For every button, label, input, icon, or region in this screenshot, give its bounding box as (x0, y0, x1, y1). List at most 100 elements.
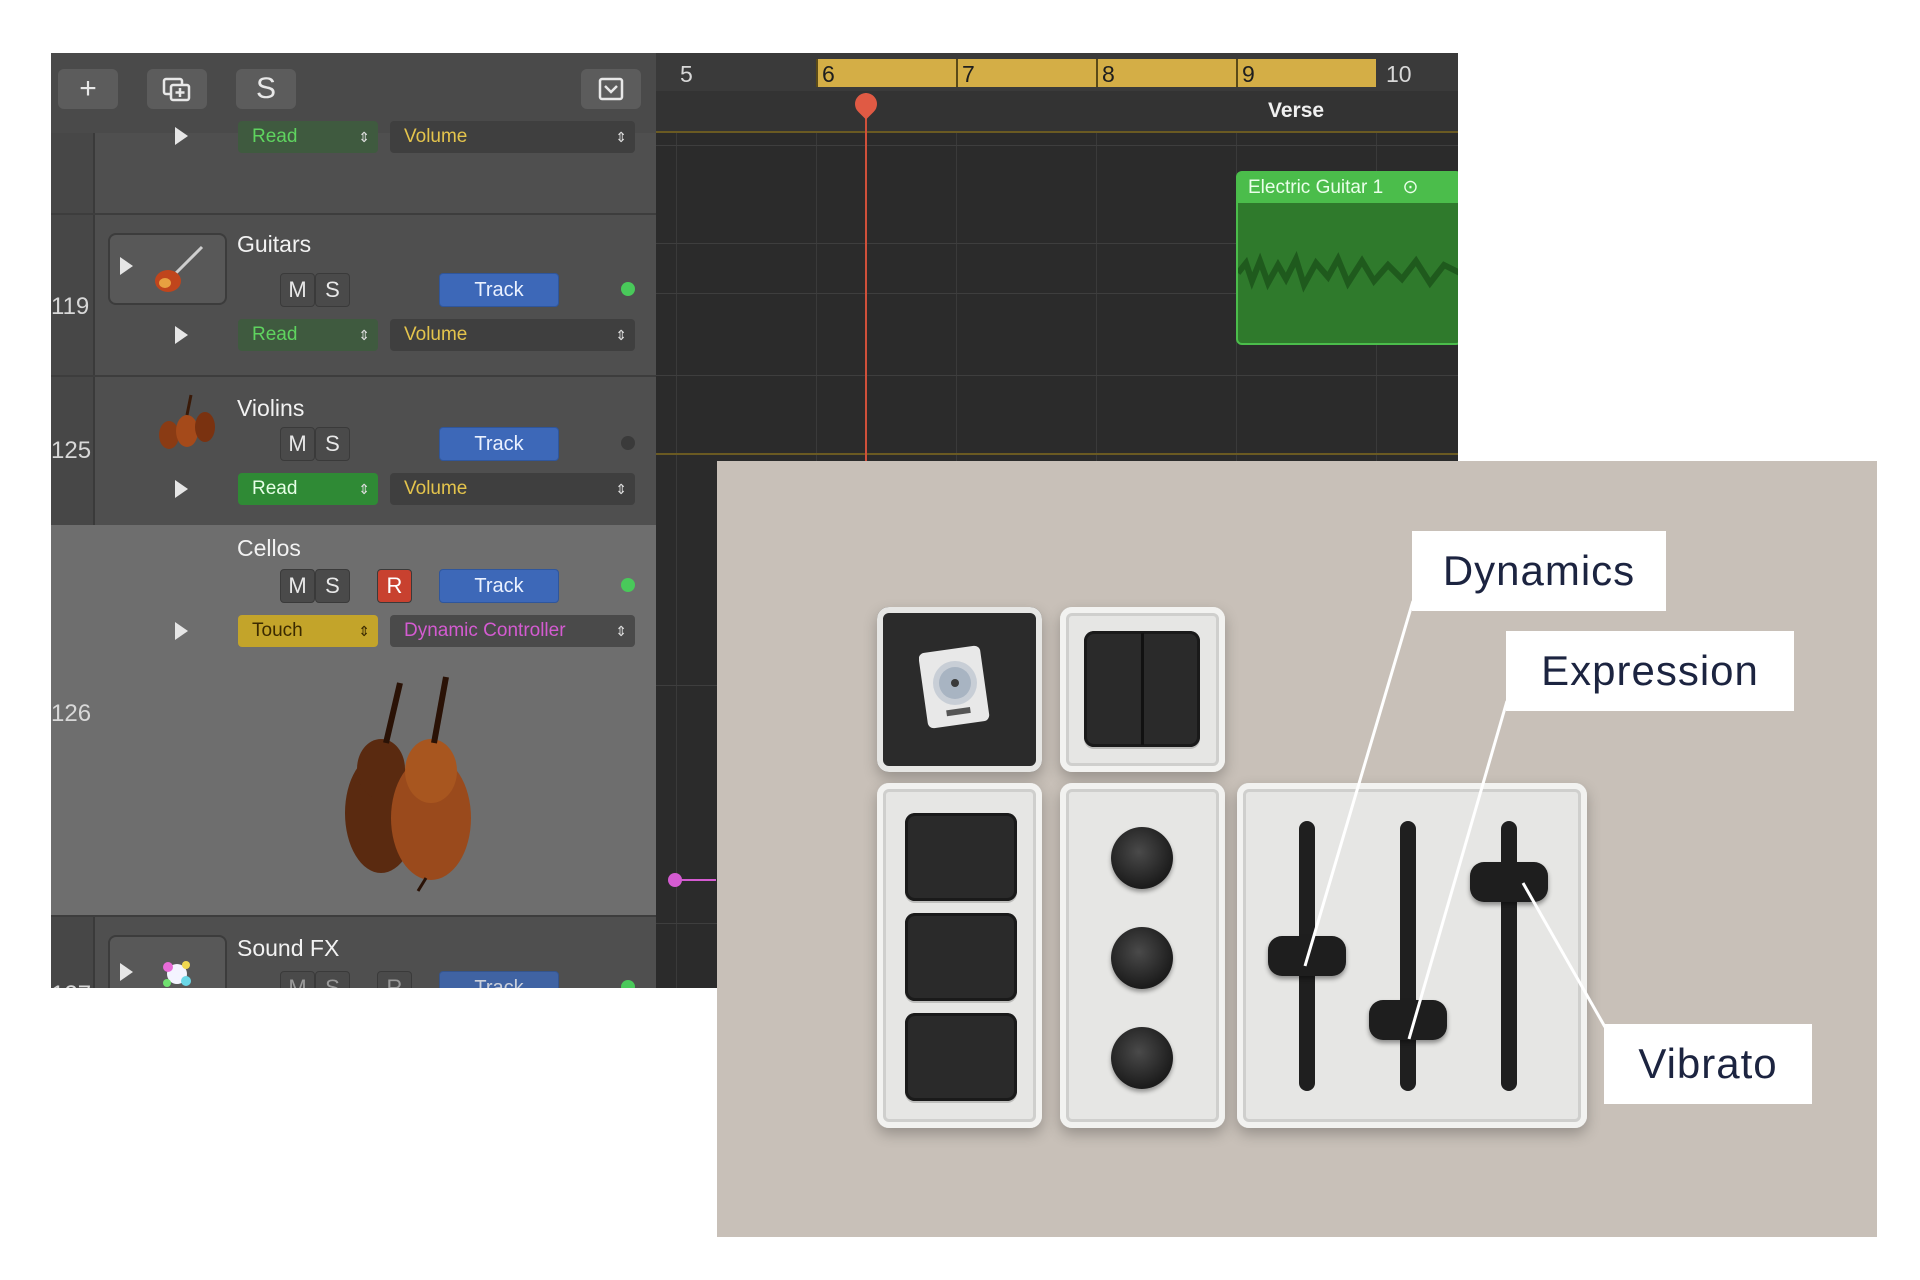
callout-vibrato: Vibrato (1604, 1024, 1812, 1104)
up-down-arrows-icon: ⇕ (358, 327, 370, 343)
bar-ruler[interactable]: 5 6 7 8 9 10 (656, 53, 1458, 91)
global-solo-button[interactable]: S (236, 69, 296, 109)
bar-tick (1236, 59, 1238, 87)
activity-led (621, 578, 635, 592)
audio-region[interactable]: Electric Guitar 1 ⊙ (1235, 171, 1458, 345)
track-name: Guitars (237, 231, 312, 257)
solo-button[interactable]: S (315, 971, 350, 988)
vibrato-fader[interactable] (1470, 862, 1548, 903)
activity-led (621, 980, 635, 988)
automation-mode-value: Read (252, 126, 298, 147)
automation-parameter-value: Volume (404, 324, 468, 345)
up-down-arrows-icon: ⇕ (358, 623, 370, 639)
solo-button[interactable]: S (315, 427, 350, 461)
track-automation-button[interactable]: Track (439, 273, 559, 307)
bar-number: 7 (962, 61, 975, 87)
midi-controller-illustration: Dynamics Expression Vibrato (717, 461, 1877, 1237)
pad-button[interactable] (905, 813, 1017, 901)
loop-icon: ⊙ (1402, 177, 1419, 198)
solo-button[interactable]: S (315, 569, 350, 603)
track-number: 125 (51, 437, 92, 464)
automation-parameter-select[interactable]: Volume ⇕ (390, 121, 635, 153)
track-number: 126 (51, 700, 92, 727)
bar-number: 8 (1102, 61, 1115, 87)
disclosure-triangle-icon[interactable] (175, 326, 188, 344)
callout-expression: Expression (1506, 631, 1794, 711)
expression-fader[interactable] (1369, 1000, 1447, 1041)
play-triangle-icon (120, 257, 133, 275)
record-enable-button[interactable]: R (377, 569, 412, 603)
automation-mode-select[interactable]: Read ⇕ (238, 121, 378, 153)
track-automation-button[interactable]: Track (439, 569, 559, 603)
activity-led (621, 436, 635, 450)
automation-mode-select[interactable]: Touch ⇕ (238, 615, 378, 647)
automation-parameter-value: Volume (404, 126, 468, 147)
up-down-arrows-icon: ⇕ (615, 481, 627, 497)
disclosure-triangle-icon[interactable] (175, 622, 188, 640)
pad-divider (1141, 633, 1144, 745)
bar-number: 10 (1386, 61, 1412, 87)
disclosure-triangle-icon[interactable] (175, 127, 188, 145)
pad-button[interactable] (905, 913, 1017, 1001)
electric-guitar-icon (155, 245, 204, 292)
pad-button[interactable] (905, 1013, 1017, 1101)
automation-mode-select[interactable]: Read ⇕ (238, 319, 378, 351)
region-name: Electric Guitar 1 (1248, 177, 1384, 198)
cellos-instrument-image (345, 676, 471, 892)
bar-tick (816, 59, 818, 87)
callout-dynamics: Dynamics (1412, 531, 1666, 611)
add-track-button[interactable]: + (58, 69, 118, 109)
region-header[interactable]: Electric Guitar 1 ⊙ (1238, 173, 1458, 203)
dropdown-box-icon (598, 77, 624, 101)
marker-track[interactable]: Verse (656, 91, 1458, 133)
two-pad-cube (1060, 607, 1225, 772)
track-view-menu-button[interactable] (581, 69, 641, 109)
track-guitars[interactable]: 119 Guitars M S Track Read ⇕ Volume ⇕ (51, 213, 656, 377)
marker-verse[interactable]: Verse (1268, 99, 1324, 123)
disclosure-triangle-icon[interactable] (175, 480, 188, 498)
automation-parameter-select[interactable]: Dynamic Controller ⇕ (390, 615, 635, 647)
bar-tick (1096, 59, 1098, 87)
grid-line (676, 133, 677, 988)
up-down-arrows-icon: ⇕ (615, 327, 627, 343)
track-violins[interactable]: 125 Violins M S Track Read ⇕ Volume ⇕ (51, 375, 656, 527)
sound-fx-instrument-icon[interactable] (108, 935, 227, 988)
track-automation-button[interactable]: Track (439, 971, 559, 988)
automation-parameter-select[interactable]: Volume ⇕ (390, 319, 635, 351)
track-sound-fx[interactable]: 127 Sound FX M S R Track (51, 915, 656, 988)
duplicate-track-button[interactable] (147, 69, 207, 109)
track-cellos[interactable]: 126 Cellos M S R Track Touch ⇕ Dynamic C… (51, 525, 656, 917)
rotary-knob[interactable] (1111, 1027, 1173, 1089)
mute-button[interactable]: M (280, 569, 315, 603)
logic-pro-app-icon (919, 645, 990, 729)
pad-cube (877, 783, 1042, 1128)
dynamics-fader[interactable] (1268, 936, 1346, 976)
play-triangle-icon (120, 963, 133, 981)
up-down-arrows-icon: ⇕ (615, 623, 627, 639)
app-launcher-cube (877, 607, 1042, 772)
automation-mode-value: Read (252, 478, 298, 499)
sparkle-icon (163, 961, 191, 987)
activity-led (621, 282, 635, 296)
lane-divider (656, 375, 1458, 376)
track-automation-button[interactable]: Track (439, 427, 559, 461)
rotary-knob[interactable] (1111, 927, 1173, 989)
record-enable-button[interactable]: R (377, 971, 412, 988)
track-name: Cellos (237, 535, 301, 561)
solo-button[interactable]: S (315, 273, 350, 307)
audio-waveform (1235, 250, 1458, 293)
rotary-knob[interactable] (1111, 827, 1173, 889)
mute-button[interactable]: M (280, 971, 315, 988)
track-number: 119 (51, 293, 90, 320)
bar-number: 6 (822, 61, 835, 87)
automation-parameter-select[interactable]: Volume ⇕ (390, 473, 635, 505)
bar-number: 9 (1242, 61, 1255, 87)
playhead-line[interactable] (865, 93, 867, 473)
mute-button[interactable]: M (280, 427, 315, 461)
track-partial[interactable]: Read ⇕ Volume ⇕ (51, 121, 656, 215)
automation-mode-select[interactable]: Read ⇕ (238, 473, 378, 505)
mute-button[interactable]: M (280, 273, 315, 307)
violins-instrument-icon[interactable] (151, 393, 221, 453)
duplicate-track-icon (162, 77, 191, 102)
guitar-instrument-icon[interactable] (108, 233, 227, 305)
